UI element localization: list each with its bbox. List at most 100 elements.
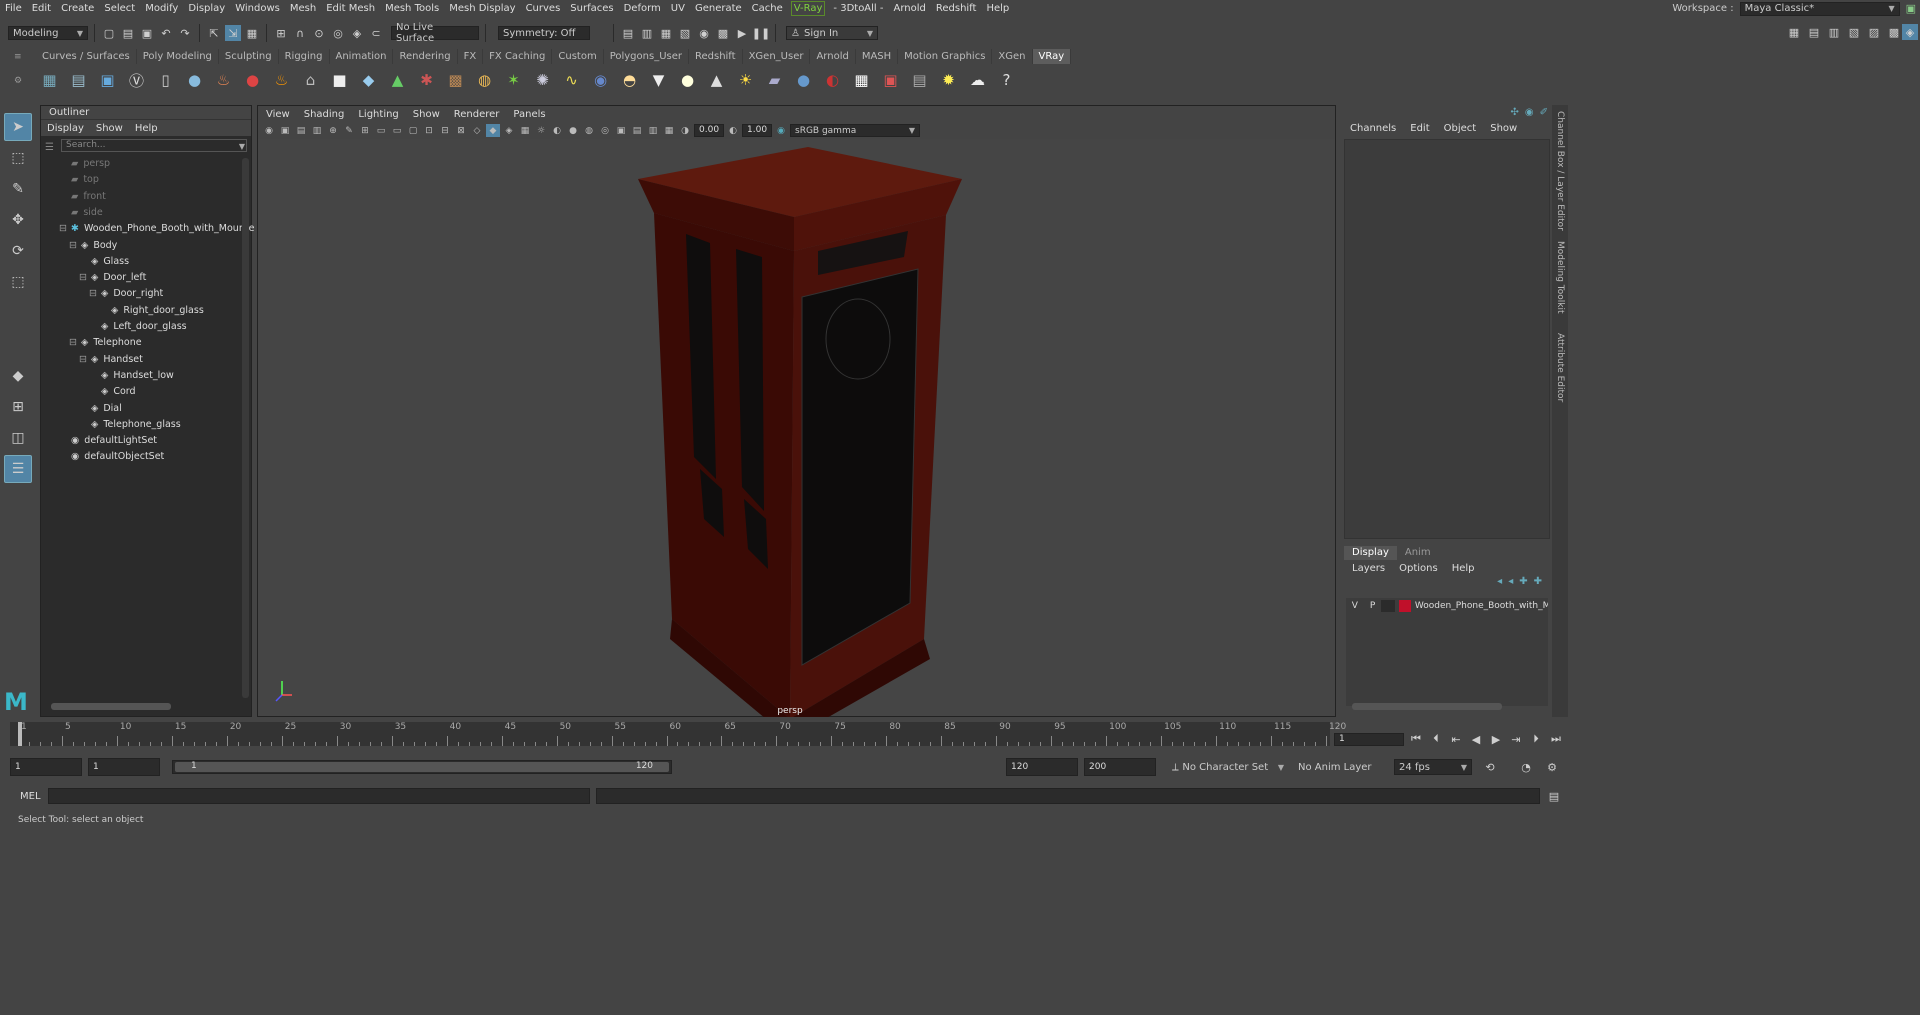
shelf-tab-fx-caching[interactable]: FX Caching <box>483 49 553 64</box>
resolution-gate-icon[interactable]: ▭ <box>390 124 404 137</box>
layout-toggle-icon[interactable]: ▤ <box>1806 24 1822 40</box>
menu-curves[interactable]: Curves <box>521 0 566 17</box>
vray-logo-icon[interactable]: Ⓥ <box>123 67 150 94</box>
shelf-tab-poly-modeling[interactable]: Poly Modeling <box>137 49 219 64</box>
live-surface-field[interactable]: No Live Surface <box>391 22 479 44</box>
outliner-item[interactable]: ◈ Handset <box>91 352 143 368</box>
expand-toggle-icon[interactable]: ⊟ <box>79 270 87 286</box>
ambient-occlusion-icon[interactable]: ● <box>566 124 580 137</box>
menu-uv[interactable]: UV <box>666 0 690 17</box>
step-back-icon[interactable]: ⏴ <box>1428 731 1444 747</box>
channel-box-toggle-icon[interactable]: ◈ <box>1902 24 1918 40</box>
symmetry-dropdown[interactable]: Symmetry: Off <box>498 26 590 40</box>
workspace-dropdown[interactable]: Maya Classic* ▼ <box>1739 1 1900 16</box>
menu-select[interactable]: Select <box>99 0 140 17</box>
outliner-item[interactable]: ◈ Handset_low <box>101 368 174 384</box>
menu-display[interactable]: Display <box>183 0 230 17</box>
playback-end-field[interactable]: 120 <box>1006 758 1078 776</box>
current-frame-field[interactable]: 1 <box>1334 732 1404 746</box>
new-scene-icon[interactable]: ▢ <box>101 25 117 41</box>
four-pane-layout-icon[interactable]: ⊞ <box>4 393 32 421</box>
channel-menu-edit[interactable]: Edit <box>1410 123 1429 134</box>
viewport-menu-shading[interactable]: Shading <box>304 109 345 120</box>
vray-vfb-icon[interactable]: ▤ <box>906 67 933 94</box>
outliner-scrollbar[interactable] <box>242 158 249 698</box>
expand-toggle-icon[interactable]: ⊟ <box>69 335 77 351</box>
vray-cube-icon[interactable]: ■ <box>326 67 353 94</box>
time-slider[interactable]: 1 5 10 15 20 25 30 35 40 45 50 55 60 65 70 75 80 85 90 95 10… <box>10 722 1346 746</box>
vray-ball-icon[interactable]: ● <box>790 67 817 94</box>
color-space-dropdown[interactable]: sRGB gamma ▼ <box>790 124 920 137</box>
layer-tab-anim[interactable]: Anim <box>1397 546 1439 560</box>
menu-modify[interactable]: Modify <box>140 0 183 17</box>
tab-attribute-editor[interactable]: Attribute Editor <box>1555 333 1565 402</box>
snap-surface-icon[interactable]: ◈ <box>349 25 365 41</box>
redo-icon[interactable]: ↷ <box>177 25 193 41</box>
outliner-menu-display[interactable]: Display <box>47 123 84 134</box>
channel-menu-object[interactable]: Object <box>1444 123 1477 134</box>
grease-pencil-icon[interactable]: ✎ <box>342 124 356 137</box>
menu-v-ray[interactable]: V-Ray <box>790 1 826 16</box>
type-toggle[interactable] <box>1381 600 1396 612</box>
step-forward-icon[interactable]: ⏵ <box>1528 731 1544 747</box>
end-time-field[interactable]: 200 <box>1084 758 1156 776</box>
rotate-tool-icon[interactable]: ⟳ <box>4 237 32 265</box>
vray-dome-icon[interactable]: ◍ <box>471 67 498 94</box>
menu-generate[interactable]: Generate <box>690 0 747 17</box>
menu-redshift[interactable]: Redshift <box>931 0 982 17</box>
single-pane-layout-icon[interactable]: ◆ <box>4 362 32 390</box>
layout-toggle-icon[interactable]: ▥ <box>1826 24 1842 40</box>
visibility-toggle[interactable]: V <box>1346 601 1364 611</box>
menu-edit[interactable]: Edit <box>27 0 56 17</box>
script-editor-icon[interactable]: ▤ <box>1546 788 1562 804</box>
menu-file[interactable]: File <box>0 0 27 17</box>
select-component-icon[interactable]: ▦ <box>244 25 260 41</box>
render-frame-icon[interactable]: ▤ <box>620 25 636 41</box>
vray-rainbow-icon[interactable]: ▲ <box>384 67 411 94</box>
vray-cloud-icon[interactable]: ☁ <box>964 67 991 94</box>
pin-icon[interactable]: ✐ <box>1540 107 1548 118</box>
chevron-down-icon[interactable]: ▼ <box>239 142 245 151</box>
shelf-tab-curves-surfaces[interactable]: Curves / Surfaces <box>36 49 137 64</box>
outliner-search-input[interactable]: Search... <box>61 139 247 152</box>
menu-surfaces[interactable]: Surfaces <box>565 0 618 17</box>
layer-menu-layers[interactable]: Layers <box>1352 563 1385 574</box>
layout-toggle-icon[interactable]: ▧ <box>1846 24 1862 40</box>
move-tool-icon[interactable]: ✥ <box>4 206 32 234</box>
outliner-item[interactable]: ▰ persp <box>71 156 110 172</box>
shelf-tab-rendering[interactable]: Rendering <box>393 49 458 64</box>
shelf-tab-polygons-user[interactable]: Polygons_User <box>604 49 689 64</box>
snap-view-icon[interactable]: ◎ <box>330 25 346 41</box>
exposure-field[interactable]: 0.00 <box>694 124 724 137</box>
vray-frame-buffer-icon[interactable]: ▯ <box>152 67 179 94</box>
filter-icon[interactable]: ☰ <box>45 142 54 153</box>
2d-pan-zoom-icon[interactable]: ⊕ <box>326 124 340 137</box>
snap-curve-icon[interactable]: ∩ <box>292 25 308 41</box>
expand-toggle-icon[interactable]: ⊟ <box>59 221 67 237</box>
channel-menu-channels[interactable]: Channels <box>1350 123 1396 134</box>
vray-ies-icon[interactable]: ▲ <box>703 67 730 94</box>
vray-sphere-icon[interactable]: ● <box>239 67 266 94</box>
shadows-icon[interactable]: ◐ <box>550 124 564 137</box>
bookmark-icon[interactable]: ▤ <box>294 124 308 137</box>
expand-toggle-icon[interactable]: ⊟ <box>89 286 97 302</box>
outliner-horizontal-scrollbar[interactable] <box>51 703 171 710</box>
menu-create[interactable]: Create <box>56 0 99 17</box>
menu-mesh-tools[interactable]: Mesh Tools <box>380 0 444 17</box>
phone-booth-model[interactable] <box>638 147 962 717</box>
help-icon[interactable]: ? <box>993 67 1020 94</box>
camera-attributes-icon[interactable]: ▣ <box>278 124 292 137</box>
gate-mask-icon[interactable]: ▢ <box>406 124 420 137</box>
move-layer-down-icon[interactable]: ◂ <box>1508 576 1513 592</box>
character-set-dropdown[interactable]: ⟂ No Character Set ▼ <box>1168 759 1288 775</box>
snap-point-icon[interactable]: ⊙ <box>311 25 327 41</box>
outliner-item[interactable]: ✱ Wooden_Phone_Booth_with_Mounte <box>71 221 254 237</box>
gamma-icon[interactable]: ◐ <box>726 124 740 137</box>
hypershade-icon[interactable]: ◉ <box>696 25 712 41</box>
start-time-field[interactable]: 1 <box>10 758 82 776</box>
gear-icon[interactable]: ⚙ <box>14 76 26 86</box>
snap-magnet-icon[interactable]: ⊂ <box>368 25 384 41</box>
go-to-end-icon[interactable]: ⏭ <box>1548 731 1564 747</box>
menu-mesh[interactable]: Mesh <box>285 0 321 17</box>
play-forwards-icon[interactable]: ▶ <box>1488 731 1504 747</box>
